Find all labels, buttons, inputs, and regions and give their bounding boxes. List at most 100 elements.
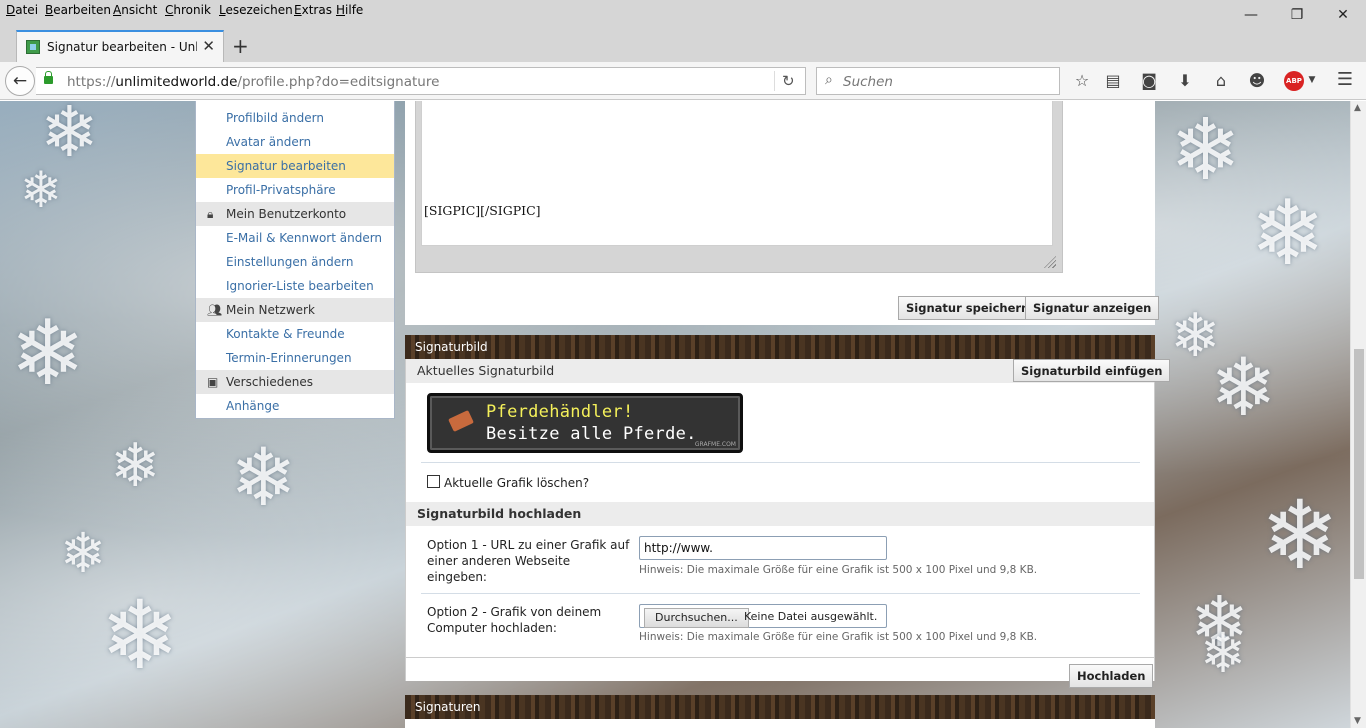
no-file-text: Keine Datei ausgewählt. <box>744 610 878 623</box>
home-icon[interactable]: ⌂ <box>1210 71 1232 90</box>
sidebar-item-einstellungen[interactable]: Einstellungen ändern <box>196 250 394 274</box>
sidebar-category-netzwerk: 👥︎ Mein Netzwerk <box>196 298 394 322</box>
option1-label: Option 1 - URL zu einer Grafik auf einer… <box>427 538 630 584</box>
scroll-down-icon[interactable]: ▼ <box>1354 716 1361 726</box>
option2-label: Option 2 - Grafik von deinem Computer ho… <box>427 605 602 635</box>
signature-text: [SIGPIC][/SIGPIC] <box>424 203 541 218</box>
signaturen-panel <box>405 719 1155 728</box>
menu-extras[interactable]: Extras <box>294 3 332 17</box>
close-tab-icon[interactable]: ✕ <box>202 37 215 55</box>
site-favicon-icon <box>26 40 40 54</box>
menu-datei[interactable]: Datei <box>6 3 38 17</box>
reading-list-icon[interactable]: ▤ <box>1102 71 1124 90</box>
chat-icon[interactable]: ☻ <box>1246 71 1268 90</box>
divider <box>421 462 1140 463</box>
menu-hilfe[interactable]: Hilfe <box>336 3 363 17</box>
signature-editor-frame: [SIGPIC][/SIGPIC] <box>415 101 1063 273</box>
url-bar[interactable]: https://unlimitedworld.de/profile.php?do… <box>36 67 806 95</box>
option2-hint: Hinweis: Die maximale Größe für eine Gra… <box>639 631 1038 643</box>
tab-signatur-bearbeiten[interactable]: Signatur bearbeiten - Unli... ✕ <box>16 30 224 62</box>
snowflake-icon: ❄ <box>1170 101 1242 200</box>
user-cp-sidebar: Profilbild ändern Avatar ändern Signatur… <box>195 101 395 419</box>
url-text[interactable]: https://unlimitedworld.de/profile.php?do… <box>67 74 439 90</box>
snowflake-icon: ❄ <box>60 521 107 585</box>
scroll-up-icon[interactable]: ▲ <box>1354 103 1361 113</box>
menu-ansicht[interactable]: Ansicht <box>113 3 157 17</box>
search-placeholder: Suchen <box>843 74 893 90</box>
resize-grip-icon[interactable] <box>1044 256 1056 268</box>
snowflake-icon: ❄ <box>1200 621 1247 685</box>
saddle-icon <box>448 410 474 432</box>
preview-signature-button[interactable]: Signatur anzeigen <box>1025 296 1160 320</box>
signaturbild-panel: Aktuelles Signaturbild Signaturbild einf… <box>405 359 1171 688</box>
snowflake-icon: ❄ <box>1250 181 1326 286</box>
sigimg-line1: Pferdehändler! <box>486 402 634 422</box>
page-scrollbar[interactable]: ▲ ▼ <box>1350 101 1366 728</box>
signaturbild-header: Signaturbild <box>405 335 1155 359</box>
sidebar-item-profilbild[interactable]: Profilbild ändern <box>196 106 394 130</box>
bookmark-star-icon[interactable]: ☆ <box>1071 71 1093 90</box>
sidebar-item-privatsphaere[interactable]: Profil-Privatsphäre <box>196 178 394 202</box>
browse-button[interactable]: Durchsuchen... <box>644 608 749 628</box>
people-icon: 👥︎ <box>207 303 223 317</box>
snowflake-icon: ❄ <box>10 301 86 406</box>
signature-editor-panel: [SIGPIC][/SIGPIC] <box>405 101 1155 291</box>
new-tab-button[interactable]: + <box>232 34 249 58</box>
signature-textarea[interactable]: [SIGPIC][/SIGPIC] <box>421 101 1053 246</box>
sidebar-category-benutzerkonto: 🔒︎ Mein Benutzerkonto <box>196 202 394 226</box>
adblock-dropdown-icon[interactable]: ▼ <box>1301 75 1323 85</box>
search-icon: ⌕ <box>825 72 833 88</box>
snowflake-icon: ❄ <box>1210 341 1278 434</box>
sidebar-item-avatar[interactable]: Avatar ändern <box>196 130 394 154</box>
sidebar-item-email-kennwort[interactable]: E-Mail & Kennwort ändern <box>196 226 394 250</box>
snowflake-icon: ❄ <box>110 431 161 501</box>
main-content: [SIGPIC][/SIGPIC] Signatur speichern Sig… <box>405 101 1171 728</box>
sigpic-url-input[interactable]: http://www. <box>639 536 887 560</box>
snowflake-icon: ❄ <box>100 581 180 691</box>
tab-strip: Signatur bearbeiten - Unli... ✕ + <box>0 22 1366 62</box>
sidebar-category-verschiedenes: ▣ Verschiedenes <box>196 370 394 394</box>
current-signature-image: Pferdehändler! Besitze alle Pferde. GRAF… <box>427 393 743 453</box>
upload-sigpic-header: Signaturbild hochladen <box>406 502 1154 526</box>
option1-hint: Hinweis: Die maximale Größe für eine Gra… <box>639 564 1038 576</box>
sidebar-item-ignorier-liste[interactable]: Ignorier-Liste bearbeiten <box>196 274 394 298</box>
menu-lesezeichen[interactable]: Lesezeichen <box>219 3 293 17</box>
sidebar-item-kontakte[interactable]: Kontakte & Freunde <box>196 322 394 346</box>
snowflake-icon: ❄ <box>1260 481 1340 591</box>
menu-bearbeiten[interactable]: Bearbeiten <box>45 3 111 17</box>
search-input[interactable]: ⌕ Suchen <box>816 67 1060 95</box>
secure-lock-icon <box>44 71 53 84</box>
reload-icon[interactable]: ↻ <box>782 72 795 90</box>
scroll-thumb[interactable] <box>1354 349 1364 579</box>
sidebar-item-signatur[interactable]: Signatur bearbeiten <box>196 154 394 178</box>
menu-chronik[interactable]: Chronik <box>165 3 211 17</box>
sidebar-item-termine[interactable]: Termin-Erinnerungen <box>196 346 394 370</box>
delete-sigpic-label: Aktuelle Grafik löschen? <box>444 476 590 490</box>
save-signature-button[interactable]: Signatur speichern <box>898 296 1038 320</box>
url-separator <box>774 71 775 91</box>
signaturen-header: Signaturen <box>405 695 1155 719</box>
download-icon[interactable]: ⬇ <box>1174 71 1196 90</box>
hamburger-menu-icon[interactable]: ☰ <box>1334 69 1356 90</box>
sigimg-line2: Besitze alle Pferde. <box>486 424 697 444</box>
page-viewport: ❄ ❄ ❄ ❄ ❄ ❄ ❄ ❄ ❄ ❄ ❄ ❄ ❄ ❄ Profilbild ä… <box>0 101 1350 728</box>
editor-buttons-row: Signatur speichern Signatur anzeigen <box>405 291 1160 325</box>
sigpic-file-input[interactable]: Durchsuchen... Keine Datei ausgewählt. <box>639 604 887 628</box>
back-arrow-icon: ← <box>12 71 28 91</box>
navigation-bar: https://unlimitedworld.de/profile.php?do… <box>0 62 1366 100</box>
delete-sigpic-checkbox[interactable] <box>427 475 440 488</box>
pocket-icon[interactable]: ◙ <box>1138 71 1160 90</box>
menu-bar: Datei Bearbeiten Ansicht Chronik Lesezei… <box>0 0 1366 22</box>
lock-icon: 🔒︎ <box>207 207 214 221</box>
divider <box>406 657 1154 658</box>
upload-button[interactable]: Hochladen <box>1069 664 1154 688</box>
misc-icon: ▣ <box>207 375 219 389</box>
insert-sigpic-button[interactable]: Signaturbild einfügen <box>1013 359 1171 382</box>
back-button[interactable]: ← <box>5 66 35 96</box>
tab-title: Signatur bearbeiten - Unli... <box>47 40 197 54</box>
sidebar-item-anhaenge[interactable]: Anhänge <box>196 394 394 418</box>
divider <box>421 593 1140 594</box>
snowflake-icon: ❄ <box>20 161 62 219</box>
snowflake-icon: ❄ <box>230 431 298 524</box>
sigimg-watermark: GRAFME.COM <box>694 441 736 448</box>
